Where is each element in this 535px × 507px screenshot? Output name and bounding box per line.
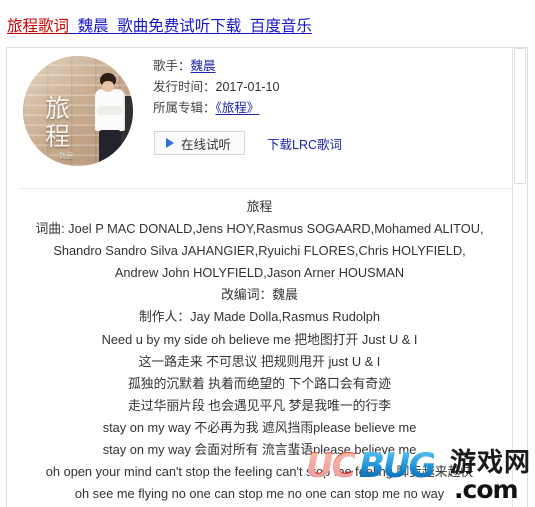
artist-label: 歌手： [153,59,191,73]
lyric-line: oh see me flying no one can stop me no o… [74,486,445,502]
play-online-button[interactable]: 在线试听 [154,131,246,155]
cover-person-arms [97,106,123,115]
header-divider [19,188,515,189]
song-header: 旅 程 魏晨 歌手：魏晨 发行时间：2017-01-10 所属专辑：《旅程》 在 [7,48,527,183]
release-value: 2017-01-10 [215,80,280,94]
download-lrc-link[interactable]: 下载LRC歌词 [267,134,342,153]
song-meta: 歌手：魏晨 发行时间：2017-01-10 所属专辑：《旅程》 [153,57,279,120]
release-label: 发行时间： [153,80,216,94]
lyric-line: oh open your mind can't stop the feeling… [45,464,474,480]
cover-person-face [102,81,114,92]
lyric-line: stay on my way 不必再为我 遮风挡雨please believe … [102,419,417,435]
album-link[interactable]: 《旅程》 [216,101,260,115]
meta-row-artist: 歌手：魏晨 [153,57,279,75]
page-root: 旅程歌词_魏晨_歌曲免费试听下载_百度音乐 旅 程 魏晨 歌手：魏晨 发行时间：… [0,0,535,507]
song-actions: 在线试听 下载LRC歌词 [154,131,342,155]
page-title[interactable]: 旅程歌词_魏晨_歌曲免费试听下载_百度音乐 [7,17,312,36]
lyric-line: 这一路走来 不可思议 把规则甩开 just U & I [138,353,381,369]
lyric-line: Shandro Sandro Silva JAHANGIER,Ryuichi F… [53,243,466,259]
lyric-line: 旅程 [246,199,273,214]
play-online-label: 在线试听 [181,137,232,152]
page-title-rest[interactable]: _魏晨_歌曲免费试听下载_百度音乐 [69,18,312,35]
cover-title-char-2: 程 [45,122,71,151]
lyric-line: Need u by my side oh believe me 把地图打开 Ju… [101,331,418,347]
album-cover[interactable]: 旅 程 魏晨 [23,56,133,166]
lyric-line: 改编词：魏晨 [221,287,298,303]
cover-title-char-1: 旅 [45,94,71,123]
lyric-line: Andrew John HOLYFIELD,Jason Arner HOUSMA… [114,265,405,281]
vertical-scroll-thumb[interactable] [514,48,526,184]
lyric-line: 走过华丽片段 也会遇见平凡 梦是我唯一的行李 [127,397,392,413]
meta-row-release: 发行时间：2017-01-10 [153,78,279,96]
artist-link[interactable]: 魏晨 [191,59,216,73]
album-label: 所属专辑： [153,101,216,115]
lyrics-scrollbar[interactable] [512,48,527,507]
play-triangle-icon [166,138,174,148]
lyric-line: 制作人：Jay Made Dolla,Rasmus Rudolph [138,309,381,325]
lyric-line: 孤独的沉默着 执着而绝望的 下个路口会有奇迹 [127,375,392,391]
cover-subtitle: 魏晨 [59,153,74,160]
lyrics-body: 旅程词曲: Joel P MAC DONALD,Jens HOY,Rasmus … [7,196,512,507]
page-title-song[interactable]: 旅程歌词 [7,18,69,35]
meta-row-album: 所属专辑：《旅程》 [153,99,279,117]
song-card: 旅 程 魏晨 歌手：魏晨 发行时间：2017-01-10 所属专辑：《旅程》 在 [6,47,528,507]
lyric-line: stay on my way 会面对所有 流言蜚语please believe … [102,442,417,458]
lyric-line: 词曲: Joel P MAC DONALD,Jens HOY,Rasmus SO… [35,221,484,237]
cover-person-legs [99,130,121,166]
